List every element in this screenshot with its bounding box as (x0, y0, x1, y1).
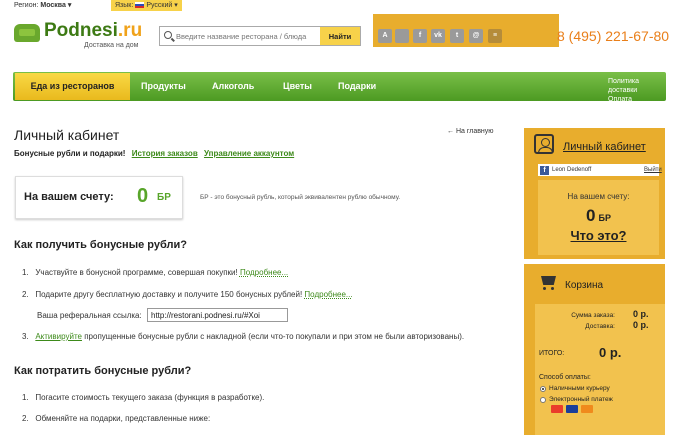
language-value[interactable]: Русский ▾ (146, 2, 177, 9)
payment-online-label: Электронный платеж (549, 396, 613, 403)
total-value: 0 р. (599, 345, 622, 360)
nav-flowers[interactable]: Цветы (283, 72, 312, 101)
facebook-icon: f (540, 166, 549, 175)
search-icon (164, 31, 172, 39)
account-panel: Личный кабинет f Leon Dedenoff Выйти На … (524, 128, 665, 259)
back-home-link[interactable]: ← На главную (447, 128, 494, 135)
forum-icon[interactable]: ≡ (488, 29, 502, 43)
mail-icon[interactable]: @ (469, 29, 483, 43)
order-sum-label: Сумма заказа: (571, 312, 615, 319)
how-get-heading: Как получить бонусные рубли? (14, 239, 187, 251)
list-item: 3. Активируйте пропущенные бонусные рубл… (22, 332, 465, 341)
russian-flag-icon (135, 2, 145, 8)
user-bar: f Leon Dedenoff Выйти (538, 164, 662, 176)
delivery-label: Доставка: (585, 323, 615, 330)
balance-value: 0 (137, 185, 149, 207)
main-nav: Еда из ресторанов Продукты Алкоголь Цвет… (13, 72, 666, 104)
delivery-value: 0 р. (633, 320, 649, 330)
account-tabs: Бонусные рубли и подарки! История заказо… (14, 149, 294, 158)
payment-link[interactable]: Оплата (608, 95, 666, 104)
region-value[interactable]: Москва ▾ (40, 2, 71, 9)
activate-link[interactable]: Активируйте (35, 332, 82, 341)
nav-alcohol[interactable]: Алкоголь (212, 72, 254, 101)
nav-products[interactable]: Продукты (141, 72, 186, 101)
account-panel-header: Личный кабинет (524, 128, 665, 161)
cart-icon (538, 276, 558, 290)
list-item: 2. Подарите другу бесплатную доставку и … (22, 290, 353, 299)
nav-gifts[interactable]: Подарки (338, 72, 376, 101)
cart-title: Корзина (565, 280, 604, 291)
total-label: ИТОГО: (539, 350, 565, 357)
list-item: 1. Погасите стоимость текущего заказа (ф… (22, 393, 265, 402)
tab-order-history[interactable]: История заказов (132, 149, 198, 158)
twitter-icon[interactable]: t (450, 29, 464, 43)
vk-icon[interactable]: vk (431, 29, 445, 43)
mastercard-icon (551, 405, 563, 413)
nav-restaurants-tab[interactable]: Еда из ресторанов (15, 73, 130, 100)
brand-tagline: Доставка на дом (84, 42, 139, 49)
more-link[interactable]: Подробнее... (240, 268, 288, 277)
sofa-logo-icon (14, 24, 40, 42)
language-label: Язык: (115, 2, 134, 9)
more-link[interactable]: Подробнее... (304, 290, 352, 299)
referral-link-field[interactable] (147, 308, 288, 322)
logout-link[interactable]: Выйти (644, 167, 662, 173)
order-sum-value: 0 р. (633, 309, 649, 319)
region-label: Регион: (14, 2, 39, 9)
balance-currency: БР (157, 192, 171, 203)
search-button[interactable]: Найти (320, 27, 360, 45)
visa-icon (566, 405, 578, 413)
search-input[interactable] (176, 29, 322, 43)
payment-cash-label: Наличными курьеру (549, 385, 610, 392)
language-selector[interactable]: Язык: Русский ▾ (111, 0, 182, 11)
account-panel-title[interactable]: Личный кабинет (563, 141, 646, 153)
account-balance-amount: 0 БР (586, 206, 611, 225)
account-balance-label: На вашем счету: (567, 192, 630, 201)
account-balance-box: На вашем счету: 0 БР Что это? (538, 180, 659, 255)
referral-label: Ваша реферальная ссылка: (37, 311, 142, 320)
nav-info-links: Политика доставки Оплата (608, 77, 666, 104)
region-selector[interactable]: Регион: Москва ▾ (14, 1, 71, 9)
tab-account-settings[interactable]: Управление аккаунтом (204, 149, 294, 158)
user-icon (534, 134, 554, 154)
page-title: Личный кабинет (14, 127, 120, 143)
phone-number: 8 (495) 221-67-80 (557, 28, 670, 44)
apple-icon[interactable] (395, 29, 409, 43)
balance-label: На вашем счету: (24, 191, 114, 203)
top-bar: Регион: Москва ▾ Язык: Русский ▾ (0, 0, 700, 12)
brand-name: Podnesi.ru (44, 20, 143, 41)
bonus-note: БР - это бонусный рубль, который эквивал… (200, 194, 401, 201)
yandex-money-icon (581, 405, 593, 413)
payment-online-radio[interactable] (540, 397, 546, 403)
cart-body: Сумма заказа: 0 р. Доставка: 0 р. ИТОГО:… (535, 304, 665, 435)
cart-panel: Корзина Сумма заказа: 0 р. Доставка: 0 р… (524, 264, 665, 435)
what-is-it-link[interactable]: Что это? (538, 228, 659, 243)
how-spend-heading: Как потратить бонусные рубли? (14, 365, 192, 377)
social-icons-bar: A f vk t @ ≡ (373, 14, 559, 47)
payment-method-label: Способ оплаты: (539, 374, 591, 381)
user-name: Leon Dedenoff (552, 167, 592, 173)
search-box: Найти (159, 26, 361, 46)
facebook-icon[interactable]: f (413, 29, 427, 43)
tab-bonus[interactable]: Бонусные рубли и подарки! (14, 149, 125, 158)
list-item: 1. Участвуйте в бонусной программе, сове… (22, 268, 289, 277)
android-icon[interactable]: A (378, 29, 392, 43)
payment-cash-radio[interactable] (540, 386, 546, 392)
list-item: 2. Обменяйте на подарки, представленные … (22, 414, 211, 423)
delivery-policy-link[interactable]: Политика доставки (608, 77, 666, 95)
balance-box: На вашем счету: 0 БР (15, 176, 183, 219)
